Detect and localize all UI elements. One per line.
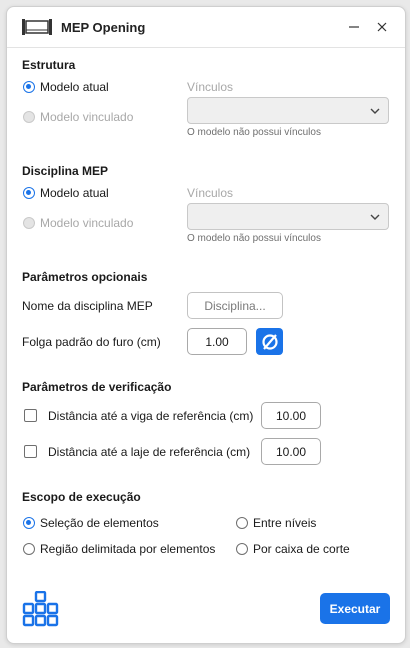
minimize-icon [349, 26, 359, 28]
scope-levels-label[interactable]: Entre níveis [253, 516, 316, 530]
app-icon [22, 19, 52, 35]
disciplina-links-dropdown[interactable] [187, 203, 389, 230]
disciplina-linked-label[interactable]: Modelo vinculado [40, 216, 133, 230]
estrutura-links-hint: O modelo não possui vínculos [187, 127, 321, 138]
scope-section-box-radio[interactable] [236, 543, 248, 555]
minimize-button[interactable] [340, 13, 368, 41]
slab-distance-input[interactable]: 10.00 [261, 438, 321, 465]
scope-region-radio[interactable] [23, 543, 35, 555]
disciplina-links-hint: O modelo não possui vínculos [187, 233, 321, 244]
execute-button[interactable]: Executar [320, 593, 390, 624]
diameter-button[interactable] [256, 328, 283, 355]
close-button[interactable] [368, 13, 396, 41]
discipline-name-label: Nome da disciplina MEP [22, 299, 153, 313]
beam-distance-input[interactable]: 10.00 [261, 402, 321, 429]
diameter-icon [261, 333, 278, 350]
estrutura-links-dropdown[interactable] [187, 97, 389, 124]
scope-region-label[interactable]: Região delimitada por elementos [40, 542, 215, 556]
slab-distance-label[interactable]: Distância até a laje de referência (cm) [48, 445, 250, 459]
title-bar: MEP Opening [7, 7, 405, 48]
estrutura-linked-label[interactable]: Modelo vinculado [40, 110, 133, 124]
estrutura-current-radio[interactable] [23, 81, 35, 93]
opcionais-title: Parâmetros opcionais [22, 270, 148, 284]
scope-selection-radio[interactable] [23, 517, 35, 529]
chevron-down-icon [370, 214, 380, 220]
disciplina-current-radio[interactable] [23, 187, 35, 199]
slab-distance-checkbox[interactable] [24, 445, 37, 458]
clearance-input[interactable]: 1.00 [187, 328, 247, 355]
disciplina-linked-radio[interactable] [23, 217, 35, 229]
brand-logo-icon [22, 591, 59, 627]
chevron-down-icon [370, 108, 380, 114]
clearance-label: Folga padrão do furo (cm) [22, 335, 161, 349]
scope-levels-radio[interactable] [236, 517, 248, 529]
discipline-name-input[interactable]: Disciplina... [187, 292, 283, 319]
disciplina-title: Disciplina MEP [22, 164, 109, 178]
mep-opening-window: MEP Opening Estrutura Modelo atual Model… [6, 6, 406, 644]
estrutura-links-label: Vínculos [187, 80, 234, 94]
disciplina-links-label: Vínculos [187, 186, 234, 200]
escopo-title: Escopo de execução [22, 490, 141, 504]
close-icon [377, 22, 387, 32]
window-title: MEP Opening [61, 20, 146, 35]
beam-distance-checkbox[interactable] [24, 409, 37, 422]
scope-section-box-label[interactable]: Por caixa de corte [253, 542, 350, 556]
disciplina-current-label[interactable]: Modelo atual [40, 186, 109, 200]
estrutura-linked-radio[interactable] [23, 111, 35, 123]
estrutura-title: Estrutura [22, 58, 76, 72]
beam-distance-label[interactable]: Distância até a viga de referência (cm) [48, 409, 253, 423]
scope-selection-label[interactable]: Seleção de elementos [40, 516, 159, 530]
verificacao-title: Parâmetros de verificação [22, 380, 172, 394]
estrutura-current-label[interactable]: Modelo atual [40, 80, 109, 94]
